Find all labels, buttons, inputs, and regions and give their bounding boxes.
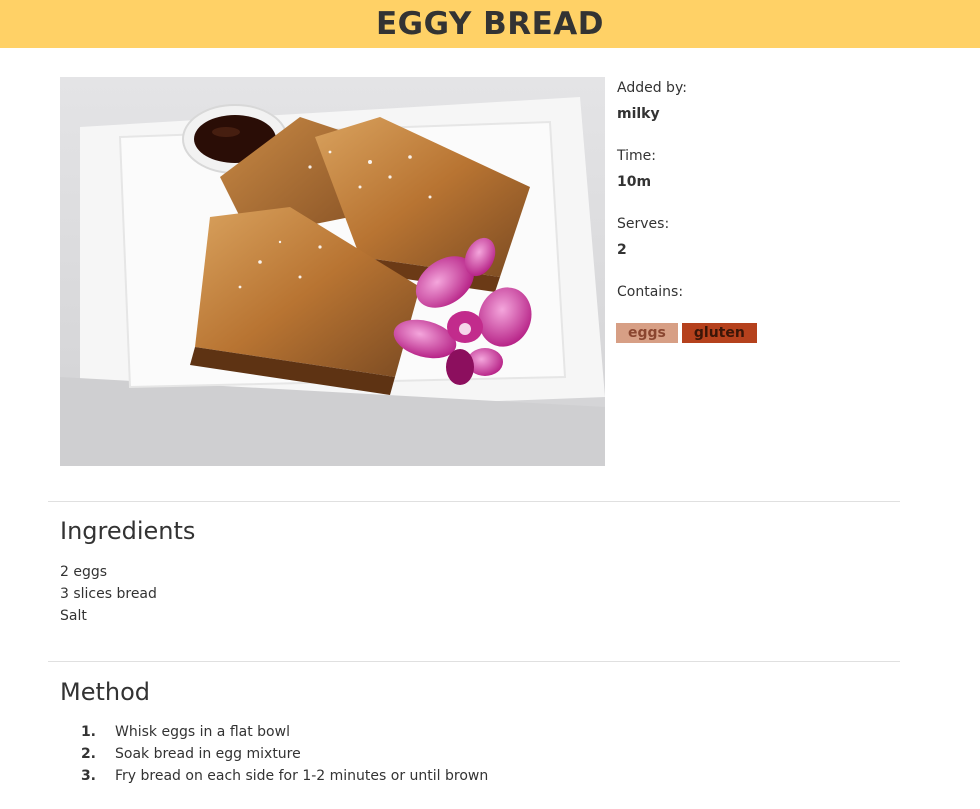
added-by-value[interactable]: milky: [617, 104, 917, 124]
contains-group: Contains:: [617, 282, 917, 302]
time-value: 10m: [617, 174, 652, 190]
method-step: 2. Soak bread in egg mixture: [60, 743, 488, 765]
serves-value: 2: [617, 242, 627, 258]
recipe-photo-illustration: [60, 77, 605, 466]
ingredients-heading: Ingredients: [60, 517, 196, 545]
step-number: 2.: [80, 746, 96, 762]
recipe-title: EGGY BREAD: [375, 6, 605, 42]
time-group: Time: 10m: [617, 146, 917, 192]
step-number: 3.: [80, 768, 96, 784]
tag-eggs[interactable]: eggs: [616, 323, 678, 343]
ingredient-item: 2 eggs: [60, 564, 108, 580]
allergen-tags: eggs gluten: [616, 323, 757, 343]
time-label: Time:: [617, 148, 656, 164]
added-by-label: Added by:: [617, 80, 687, 96]
ingredient-item: Salt: [60, 608, 87, 624]
ingredient-item: 3 slices bread: [60, 586, 157, 602]
recipe-photo: [60, 77, 605, 466]
step-text: Fry bread on each side for 1-2 minutes o…: [115, 768, 489, 784]
ingredients-list: 2 eggs 3 slices bread Salt: [60, 561, 157, 627]
serves-label: Serves:: [617, 216, 670, 232]
step-text: Whisk eggs in a flat bowl: [115, 724, 290, 740]
page-header: EGGY BREAD: [0, 0, 980, 48]
method-step: 3. Fry bread on each side for 1-2 minute…: [60, 765, 488, 787]
divider: [48, 661, 900, 662]
method-step: 1. Whisk eggs in a flat bowl: [60, 721, 488, 743]
recipe-info-panel: Added by: milky Time: 10m Serves: 2 Cont…: [617, 78, 917, 324]
contains-label: Contains:: [617, 284, 684, 300]
method-steps: 1. Whisk eggs in a flat bowl 2. Soak bre…: [60, 721, 488, 787]
added-by-group: Added by: milky: [617, 78, 917, 124]
tag-gluten[interactable]: gluten: [681, 323, 757, 343]
step-number: 1.: [80, 724, 96, 740]
step-text: Soak bread in egg mixture: [115, 746, 301, 762]
serves-group: Serves: 2: [617, 214, 917, 260]
method-heading: Method: [60, 678, 151, 706]
divider: [48, 501, 900, 502]
